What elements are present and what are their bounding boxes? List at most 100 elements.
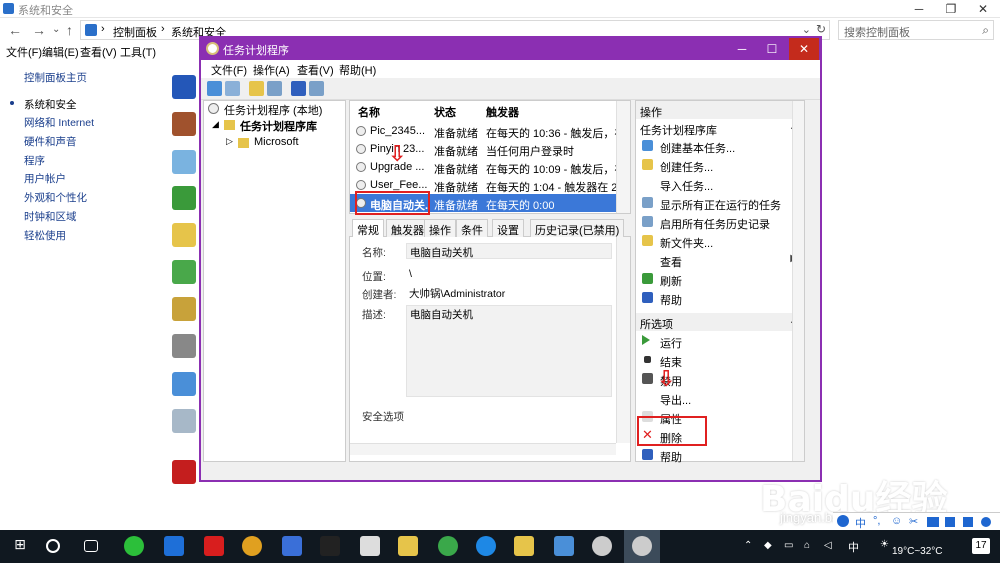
list-scrollbar[interactable]	[616, 101, 630, 213]
sidebar-item-system-security[interactable]: 系统和安全	[24, 97, 77, 112]
firewall-icon[interactable]	[172, 112, 196, 136]
tree-node-library[interactable]: 任务计划程序库	[240, 118, 317, 134]
tray-chevron-icon[interactable]: ⌃	[744, 540, 752, 551]
ts-minimize-button[interactable]: ─	[727, 38, 757, 60]
backup-icon[interactable]	[172, 260, 196, 284]
dropdown-icon[interactable]: ⌄	[802, 23, 811, 36]
up-arrow-icon[interactable]: ↑	[66, 22, 73, 38]
ime-screenshot-icon[interactable]: ✂	[909, 515, 918, 528]
ts-menu-view[interactable]: 查看(V)	[297, 62, 334, 78]
tree-node-microsoft[interactable]: Microsoft	[254, 136, 299, 148]
detail-h-scrollbar[interactable]	[350, 443, 616, 455]
back-arrow-icon[interactable]: ←	[8, 22, 22, 38]
show-hide-action-pane-icon[interactable]	[309, 81, 324, 96]
volume-icon[interactable]: ◁	[824, 540, 832, 551]
column-header-name[interactable]: 名称	[358, 104, 380, 120]
notes-icon[interactable]	[398, 536, 418, 556]
menu-view[interactable]: 查看(V)	[80, 44, 117, 60]
help-icon[interactable]	[291, 81, 306, 96]
action-help[interactable]: 帮助	[636, 289, 804, 307]
tab-general[interactable]: 常规	[352, 219, 384, 237]
menu-file[interactable]: 文件(F)	[6, 44, 42, 60]
section-header-selected[interactable]: 所选项▲	[636, 313, 804, 331]
ime-user-icon[interactable]	[945, 517, 955, 527]
maximize-button[interactable]: ❐	[936, 0, 966, 18]
battery-icon[interactable]: ▭	[784, 540, 793, 551]
search-input[interactable]: 搜索控制面板 ⌕	[838, 20, 994, 40]
action-new-folder[interactable]: 新文件夹...	[636, 232, 804, 250]
ime-skin-icon[interactable]	[963, 517, 973, 527]
ime-settings-icon[interactable]	[981, 517, 991, 527]
ts-close-button[interactable]: ✕	[789, 38, 819, 60]
ie-icon[interactable]	[476, 536, 496, 556]
storage-icon[interactable]	[172, 334, 196, 358]
clock-app-icon[interactable]	[592, 536, 612, 556]
close-button[interactable]: ✕	[968, 0, 998, 18]
column-header-status[interactable]: 状态	[434, 104, 456, 120]
breadcrumb-item[interactable]: 控制面板	[113, 24, 157, 40]
action-show-running[interactable]: 显示所有正在运行的任务	[636, 194, 804, 212]
tab-history[interactable]: 历史记录(已禁用)	[530, 219, 625, 237]
network-icon[interactable]: ⌂	[804, 540, 810, 551]
app-icon[interactable]	[554, 536, 574, 556]
app-icon[interactable]	[164, 536, 184, 556]
sidebar-item-hardware[interactable]: 硬件和声音	[24, 134, 77, 149]
flash-icon[interactable]	[172, 460, 196, 484]
sidebar-item-network[interactable]: 网络和 Internet	[24, 115, 94, 130]
file-history-icon[interactable]	[172, 223, 196, 247]
task-view-icon[interactable]	[84, 540, 98, 552]
power-icon[interactable]	[172, 186, 196, 210]
show-hide-tree-icon[interactable]	[267, 81, 282, 96]
action-export[interactable]: 导出...	[636, 389, 804, 407]
windows-start-icon[interactable]: ⊞	[10, 536, 30, 556]
forward-icon[interactable]	[225, 81, 240, 96]
refresh-icon[interactable]: ↻	[816, 22, 826, 36]
action-view[interactable]: 查看▶	[636, 251, 804, 269]
section-header-library[interactable]: 任务计划程序库▲	[636, 119, 804, 137]
sidebar-item-user-accounts[interactable]: 用户帐户	[24, 171, 66, 186]
weather-icon[interactable]: ☀	[880, 539, 889, 550]
tab-actions[interactable]: 操作	[424, 219, 456, 237]
bitlocker-icon[interactable]	[172, 297, 196, 321]
sidebar-item-appearance[interactable]: 外观和个性化	[24, 190, 87, 205]
ts-maximize-button[interactable]: ☐	[757, 38, 787, 60]
search-circle-icon[interactable]	[46, 539, 60, 553]
sidebar-item-clock-region[interactable]: 时钟和区域	[24, 209, 77, 224]
action-help-selected[interactable]: 帮助	[636, 446, 804, 464]
search-icon[interactable]: ⌕	[982, 23, 989, 38]
app-icon[interactable]	[438, 536, 458, 556]
column-header-trigger[interactable]: 触发器	[486, 104, 519, 120]
tab-conditions[interactable]: 条件	[456, 219, 488, 237]
chevron-down-icon[interactable]: ⌄	[52, 24, 60, 35]
table-row[interactable]: Pic_2345... 准备就绪 在每天的 10:36 - 触发后，在	[350, 122, 616, 140]
sidebar-item-programs[interactable]: 程序	[24, 153, 45, 168]
expand-icon[interactable]: ◢	[212, 119, 219, 130]
work-folders-icon[interactable]	[172, 372, 196, 396]
tree-node-local[interactable]: 任务计划程序 (本地)	[224, 102, 322, 118]
action-run[interactable]: 运行	[636, 332, 804, 350]
action-create-task[interactable]: 创建任务...	[636, 156, 804, 174]
admin-tools-icon[interactable]	[172, 409, 196, 433]
action-import-task[interactable]: 导入任务...	[636, 175, 804, 193]
menu-tools[interactable]: 工具(T)	[120, 44, 156, 60]
detail-scrollbar[interactable]	[616, 237, 630, 443]
ime-emoji-icon[interactable]: ☺	[891, 515, 902, 527]
ime-indicator[interactable]: 中	[848, 539, 859, 555]
ts-menu-file[interactable]: 文件(F)	[211, 62, 247, 78]
back-icon[interactable]	[207, 81, 222, 96]
tab-settings[interactable]: 设置	[492, 219, 524, 237]
tab-triggers[interactable]: 触发器	[386, 219, 429, 237]
up-folder-icon[interactable]	[249, 81, 264, 96]
app-icon[interactable]	[282, 536, 302, 556]
menu-edit[interactable]: 编辑(E)	[42, 44, 79, 60]
notification-badge[interactable]: 17	[972, 538, 990, 554]
ts-menu-action[interactable]: 操作(A)	[253, 62, 290, 78]
sidebar-item-home[interactable]: 控制面板主页	[24, 70, 87, 85]
actions-scrollbar[interactable]	[792, 101, 804, 461]
app-icon[interactable]	[360, 536, 380, 556]
ime-keyboard-icon[interactable]	[927, 517, 939, 527]
app-icon[interactable]	[242, 536, 262, 556]
weather-text[interactable]: 19°C~32°C	[892, 546, 943, 557]
ime-punct-mode[interactable]: °,	[873, 515, 880, 527]
sidebar-item-ease-of-access[interactable]: 轻松使用	[24, 228, 66, 243]
